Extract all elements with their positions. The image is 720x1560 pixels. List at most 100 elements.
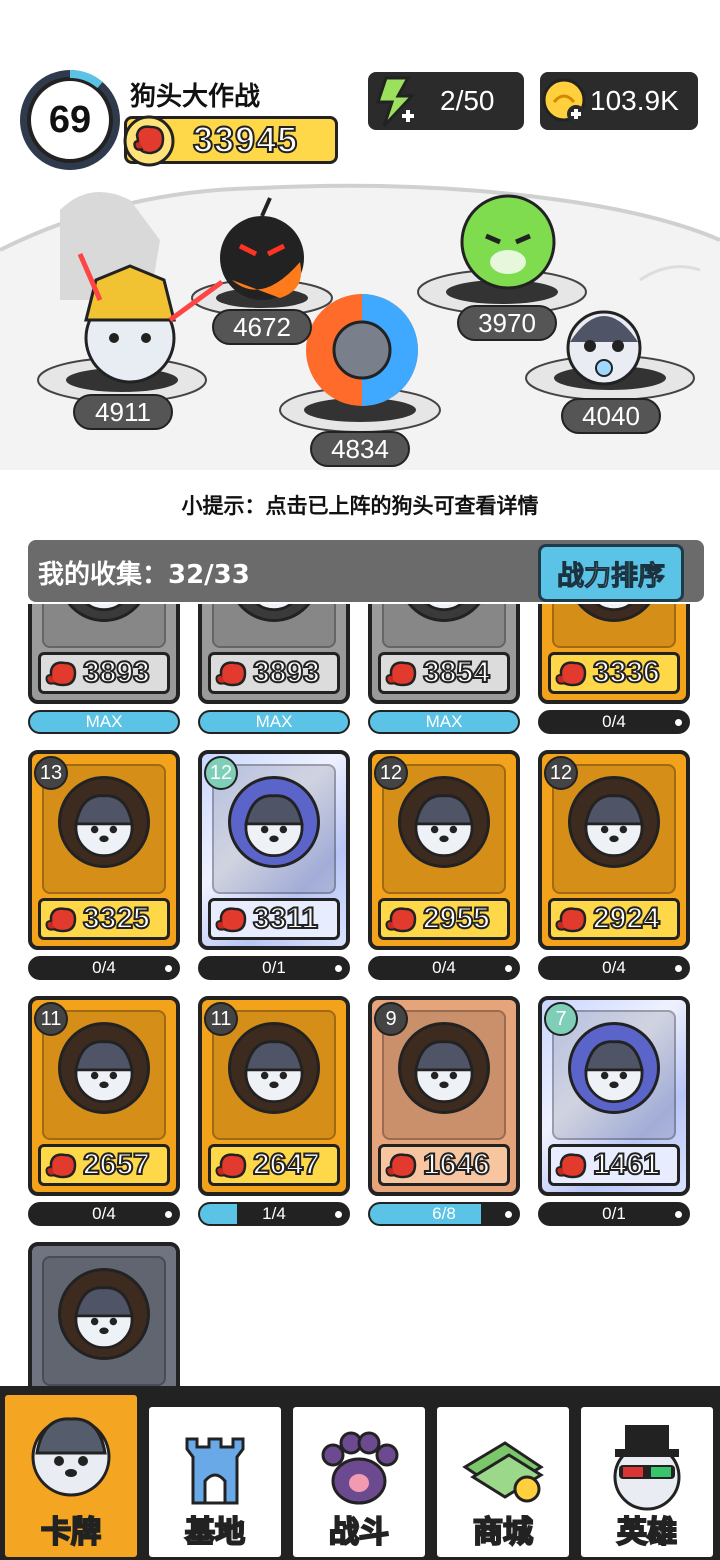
bottom-nav: 卡牌 基地 战斗 商城 英雄 [0,1386,720,1560]
coin-counter[interactable]: 103.9K [540,72,698,130]
nav-label: 英雄 [616,1514,678,1551]
lineup-power: 3970 [478,308,536,338]
nav-base[interactable]: 基地 [146,1404,284,1560]
progress-text: 0/1 [602,1204,626,1223]
progress-dot [675,719,682,726]
card-power: 3893 [208,652,340,694]
dog-card[interactable]: 11 2657 [28,996,180,1196]
card-power: 3336 [548,652,680,694]
pacifier-dog-icon[interactable] [566,310,642,386]
card-progress-bar: 0/4 [28,1202,180,1226]
dog-card[interactable]: 9 1646 [368,996,520,1196]
card-power-value: 2955 [422,901,491,936]
glitch-dog-icon [568,1022,660,1114]
dog-card[interactable]: 3893 [28,604,180,704]
card-power: 3325 [38,898,170,940]
boxing-glove-icon [45,661,77,687]
boxing-glove-icon [555,1153,587,1179]
battle-arena: 4911 4672 4834 3970 4040 [0,183,720,470]
boxing-glove-icon [385,907,417,933]
dog-card[interactable] [28,1242,180,1390]
dog-card[interactable]: 12 3311 [198,750,350,950]
nav-heroes[interactable]: 英雄 [578,1404,716,1560]
level-progress-arc [69,70,103,89]
energy-value: 2/50 [440,85,495,116]
card-grid: 3893 MAX 3893 MAX 3854 MAX 3336 0/4 13 3325 0/4 12 3… [0,604,720,1390]
progress-text: 0/4 [92,958,116,977]
card-level-badge: 11 [204,1002,238,1036]
card-level-badge: 7 [544,1002,578,1036]
sort-by-power-button[interactable]: 战力排序 [538,544,684,602]
top-hat-dog-icon [613,1425,681,1511]
lineup-power: 4911 [95,397,151,427]
card-power-value: 3325 [82,901,151,936]
dino-hood-dog-icon [568,776,660,868]
total-power: 33945 [123,115,338,167]
card-power: 2924 [548,898,680,940]
progress-dot [675,965,682,972]
card-progress-bar: MAX [198,710,350,734]
fire-ice-dog-icon[interactable] [306,294,418,406]
boxing-glove-icon [385,1153,417,1179]
boxing-glove-icon [385,661,417,687]
card-progress-bar: 0/1 [538,1202,690,1226]
dog-card[interactable]: 13 3325 [28,750,180,950]
card-level-badge: 12 [544,756,578,790]
cabbage-dog-icon[interactable] [460,194,556,290]
progress-text: 0/4 [602,958,626,977]
castle-icon [185,1437,245,1505]
energy-counter[interactable]: 2/50 [368,72,524,130]
progress-text: 1/4 [262,1204,286,1223]
card-power: 3854 [378,652,510,694]
boxing-glove-icon [45,1153,77,1179]
total-power-value: 33945 [192,118,299,161]
collection-count: 我的收集：32/33 [38,560,250,590]
nav-label: 战斗 [328,1514,390,1551]
lightning-plus-icon[interactable] [368,72,428,130]
nav-cards[interactable]: 卡牌 [2,1392,140,1560]
card-power-value: 1461 [592,1147,661,1182]
dog-card[interactable]: 7 1461 [538,996,690,1196]
progress-text: 0/1 [262,958,286,977]
card-power: 1461 [548,1144,680,1186]
shiba-dog-icon [398,1022,490,1114]
card-power-value: 3893 [252,655,321,690]
card-progress-bar: MAX [368,710,520,734]
lineup-power: 4834 [331,434,389,464]
sunglasses-dog-icon [58,776,150,868]
card-progress-bar: 0/4 [538,710,690,734]
blurred-dog-icon [228,776,320,868]
card-power-value: 3893 [82,655,151,690]
nav-shop[interactable]: 商城 [434,1404,572,1560]
coin-plus-icon[interactable] [540,72,590,130]
card-power-value: 1646 [422,1147,491,1182]
card-power: 3311 [208,898,340,940]
card-progress-bar: MAX [28,710,180,734]
lineup-power: 4040 [582,401,640,431]
dog-card[interactable]: 3336 [538,604,690,704]
boxing-glove-icon [215,661,247,687]
dog-card[interactable]: 3893 [198,604,350,704]
cap-dog-icon [228,1022,320,1114]
card-power-value: 2924 [592,901,661,936]
dog-card[interactable]: 12 2924 [538,750,690,950]
nav-battle[interactable]: 战斗 [290,1404,428,1560]
card-power-value: 3311 [252,901,319,936]
dog-card[interactable]: 12 2955 [368,750,520,950]
progress-dot [335,965,342,972]
progress-text: 6/8 [432,1204,456,1223]
progress-dot [165,965,172,972]
dog-card[interactable]: 11 2647 [198,996,350,1196]
card-power: 1646 [378,1144,510,1186]
boxing-glove-icon [215,1153,247,1179]
progress-text: MAX [85,712,123,731]
helmet-dog-icon [398,776,490,868]
lineup-power: 4672 [233,312,291,342]
card-progress-bar: 0/4 [538,956,690,980]
dog-card[interactable]: 3854 [368,604,520,704]
boxing-glove-icon [555,907,587,933]
money-icon [462,1441,544,1503]
dog-card-icon [31,1417,111,1497]
card-level-badge: 13 [34,756,68,790]
card-power: 2647 [208,1144,340,1186]
